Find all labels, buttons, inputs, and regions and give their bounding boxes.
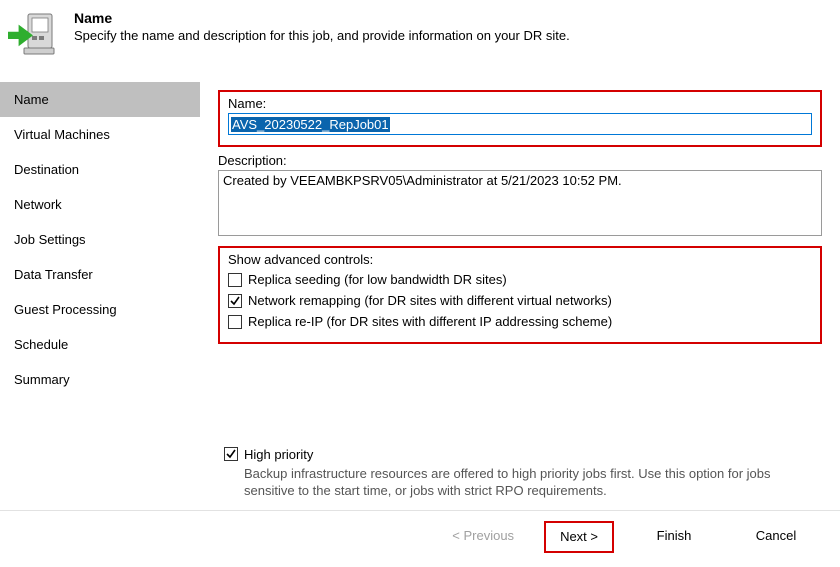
checkbox-replica-reip[interactable]: Replica re-IP (for DR sites with differe… (228, 311, 812, 332)
sidebar-item-virtual-machines[interactable]: Virtual Machines (0, 117, 200, 152)
finish-button[interactable]: Finish (632, 524, 716, 550)
page-title: Name (74, 10, 570, 26)
sidebar-item-destination[interactable]: Destination (0, 152, 200, 187)
checkbox-label: High priority (244, 447, 313, 462)
checkbox-icon (228, 273, 242, 287)
sidebar-item-guest-processing[interactable]: Guest Processing (0, 292, 200, 327)
next-button[interactable]: Next > (548, 529, 610, 544)
high-priority-note: Backup infrastructure resources are offe… (244, 465, 804, 500)
checkbox-icon (228, 315, 242, 329)
advanced-controls-label: Show advanced controls: (228, 252, 812, 267)
wizard-header: Name Specify the name and description fo… (0, 0, 840, 82)
sidebar-item-data-transfer[interactable]: Data Transfer (0, 257, 200, 292)
checkbox-high-priority[interactable]: High priority (224, 444, 822, 465)
next-button-highlight: Next > (544, 521, 614, 553)
wizard-footer: < Previous Next > Finish Cancel (0, 510, 840, 567)
checkbox-label: Replica re-IP (for DR sites with differe… (248, 314, 612, 329)
sidebar-item-job-settings[interactable]: Job Settings (0, 222, 200, 257)
sidebar-item-summary[interactable]: Summary (0, 362, 200, 397)
checkbox-label: Network remapping (for DR sites with dif… (248, 293, 612, 308)
checkbox-replica-seeding[interactable]: Replica seeding (for low bandwidth DR si… (228, 269, 812, 290)
page-subtitle: Specify the name and description for thi… (74, 28, 570, 43)
checkbox-network-remapping[interactable]: Network remapping (for DR sites with dif… (228, 290, 812, 311)
cancel-button[interactable]: Cancel (734, 524, 818, 550)
checkbox-icon (228, 294, 242, 308)
wizard-steps-sidebar: Name Virtual Machines Destination Networ… (0, 82, 200, 510)
name-section-highlight: Name: AVS_20230522_RepJob01 (218, 90, 822, 147)
advanced-controls-highlight: Show advanced controls: Replica seeding … (218, 246, 822, 344)
name-input[interactable]: AVS_20230522_RepJob01 (228, 113, 812, 135)
previous-button: < Previous (440, 524, 526, 550)
name-input-value: AVS_20230522_RepJob01 (231, 117, 390, 132)
sidebar-item-network[interactable]: Network (0, 187, 200, 222)
sidebar-item-name[interactable]: Name (0, 82, 200, 117)
checkbox-label: Replica seeding (for low bandwidth DR si… (248, 272, 507, 287)
name-label: Name: (228, 96, 812, 111)
job-icon (8, 10, 56, 58)
sidebar-item-schedule[interactable]: Schedule (0, 327, 200, 362)
checkbox-icon (224, 447, 238, 461)
description-input[interactable] (218, 170, 822, 236)
description-label: Description: (218, 153, 822, 168)
